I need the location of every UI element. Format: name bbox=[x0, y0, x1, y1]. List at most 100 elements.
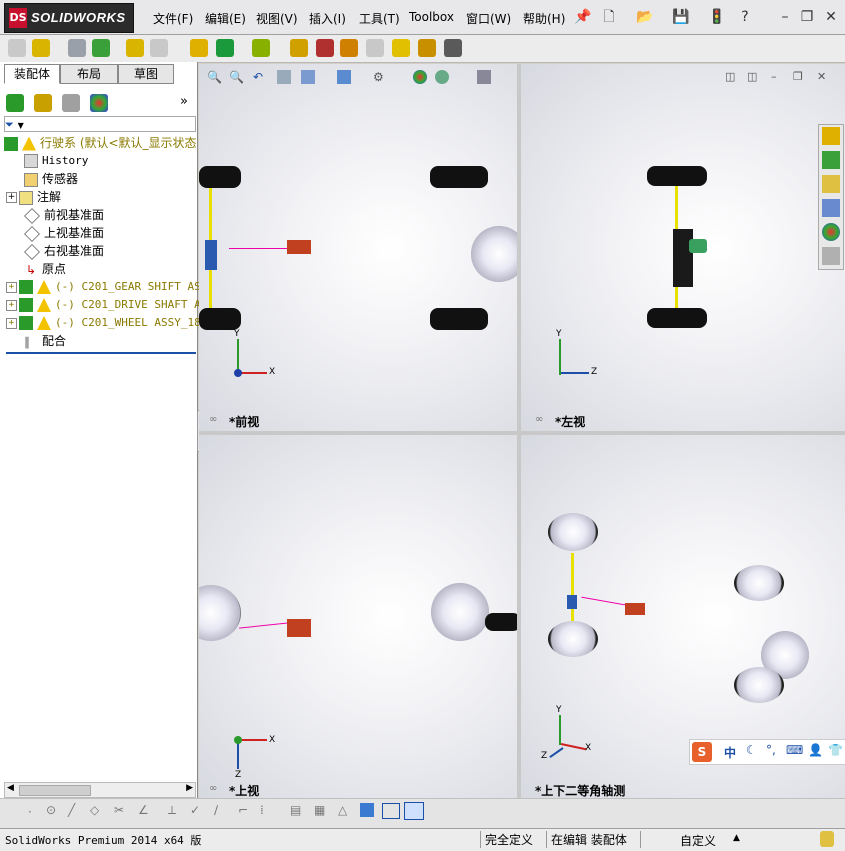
tree-item-sensors[interactable]: 传感器 bbox=[24, 170, 78, 188]
expand-plus-icon[interactable]: + bbox=[6, 317, 17, 329]
new-motion-study-icon[interactable] bbox=[290, 39, 308, 57]
tree-item-front-plane[interactable]: 前视基准面 bbox=[24, 206, 104, 224]
view-palette-icon[interactable] bbox=[822, 199, 840, 217]
viewport-isometric[interactable]: Y X Z *上下二等角轴测 S 中 ☾ °, ⌨ 👤 👕 bbox=[521, 435, 845, 798]
tab-sketch[interactable]: 草图 bbox=[118, 64, 174, 84]
scroll-thumb[interactable] bbox=[19, 785, 91, 796]
smart-fasteners-icon[interactable] bbox=[126, 39, 144, 57]
file-explorer-icon[interactable] bbox=[822, 175, 840, 193]
ruler-icon[interactable]: ▤ bbox=[290, 803, 301, 817]
single-viewport-icon[interactable] bbox=[382, 803, 400, 819]
property-manager-tab-icon[interactable] bbox=[34, 94, 52, 112]
appearances-icon[interactable] bbox=[822, 223, 840, 241]
menu-file[interactable]: 文件(F) bbox=[153, 10, 193, 27]
design-library-icon[interactable] bbox=[822, 151, 840, 169]
tag-icon[interactable] bbox=[820, 831, 834, 847]
tree-item-component-3[interactable]: + (-) C201_WHEEL ASSY_18/ bbox=[6, 314, 207, 332]
tree-item-origin[interactable]: ↳ 原点 bbox=[24, 260, 66, 278]
exploded-view-icon[interactable] bbox=[340, 39, 358, 57]
rollback-bar[interactable] bbox=[6, 352, 196, 354]
rebuild-traffic-light-icon[interactable]: 🚦 bbox=[708, 8, 726, 26]
status-units[interactable]: 自定义 bbox=[680, 832, 716, 849]
view-orientation-icon[interactable] bbox=[337, 70, 351, 84]
moon-icon[interactable]: ☾ bbox=[746, 743, 757, 757]
expand-plus-icon[interactable]: + bbox=[6, 299, 17, 311]
linear-pattern-icon[interactable] bbox=[92, 39, 110, 57]
viewport-top[interactable]: Z X ∞ *上视 bbox=[199, 435, 517, 798]
explode-line-icon[interactable] bbox=[366, 39, 384, 57]
trim-icon[interactable]: ✂ bbox=[114, 803, 124, 817]
view-cube-icon[interactable] bbox=[360, 803, 374, 817]
user-icon[interactable]: 👤 bbox=[808, 743, 823, 757]
tree-root-assembly[interactable]: 行驶系 (默认<默认_显示状态 bbox=[4, 134, 197, 152]
pin-icon[interactable]: 📌 bbox=[574, 8, 592, 26]
viewport-minimize-icon[interactable]: – bbox=[771, 70, 777, 83]
filter-box[interactable]: ⏷ ▼ bbox=[4, 116, 196, 132]
previous-view-icon[interactable]: ↶ bbox=[253, 70, 263, 84]
help-icon[interactable]: ? bbox=[736, 8, 754, 26]
bill-of-materials-icon[interactable] bbox=[316, 39, 334, 57]
insert-component-icon[interactable] bbox=[8, 39, 26, 57]
menu-help[interactable]: 帮助(H) bbox=[523, 10, 565, 27]
minimize-icon[interactable]: – bbox=[776, 8, 794, 26]
polygon-icon[interactable]: ◇ bbox=[90, 803, 99, 817]
centerline-icon[interactable]: ∠ bbox=[138, 803, 149, 817]
dimension-icon[interactable]: ⟂ bbox=[168, 803, 176, 818]
scroll-left-icon[interactable]: ◀ bbox=[7, 783, 14, 793]
tree-item-component-2[interactable]: + (-) C201_DRIVE SHAFT AS bbox=[6, 296, 207, 314]
menu-edit[interactable]: 编辑(E) bbox=[205, 10, 246, 27]
dynamic-annotation-icon[interactable] bbox=[301, 70, 315, 84]
assembly-features-icon[interactable] bbox=[216, 39, 234, 57]
zoom-to-area-icon[interactable]: 🔍 bbox=[229, 70, 244, 84]
menu-insert[interactable]: 插入(I) bbox=[309, 10, 346, 27]
scene-icon[interactable] bbox=[435, 70, 449, 84]
tab-assembly[interactable]: 装配体 bbox=[4, 64, 60, 84]
angle-icon[interactable]: △ bbox=[338, 803, 347, 817]
interference-icon[interactable] bbox=[392, 39, 410, 57]
grid-icon[interactable]: ▦ bbox=[314, 803, 325, 817]
menu-window[interactable]: 窗口(W) bbox=[466, 10, 511, 27]
offset-icon[interactable]: ∕ bbox=[214, 803, 218, 817]
expand-plus-icon[interactable]: + bbox=[6, 281, 17, 293]
custom-properties-icon[interactable] bbox=[822, 247, 840, 265]
menu-tools[interactable]: 工具(T) bbox=[359, 10, 400, 27]
section-view-icon[interactable] bbox=[277, 70, 291, 84]
menu-view[interactable]: 视图(V) bbox=[256, 10, 298, 27]
solidworks-logo[interactable]: DS SOLIDWORKS bbox=[4, 3, 134, 33]
close-icon[interactable]: ✕ bbox=[822, 8, 840, 26]
viewport-single-icon[interactable]: ◫ bbox=[725, 70, 735, 83]
keyboard-icon[interactable]: ⌨ bbox=[786, 743, 803, 757]
panel-horizontal-scrollbar[interactable]: ◀ ▶ bbox=[4, 782, 196, 798]
tree-item-mates[interactable]: ∥ 配合 bbox=[24, 332, 66, 350]
tree-item-history[interactable]: History bbox=[24, 152, 88, 170]
display-style-icon[interactable]: ⚙ bbox=[373, 70, 384, 84]
fillet-icon[interactable]: ⌐ bbox=[238, 803, 248, 817]
show-hidden-icon[interactable] bbox=[190, 39, 208, 57]
reference-geometry-icon[interactable] bbox=[252, 39, 270, 57]
tree-item-annotations[interactable]: + 注解 bbox=[6, 188, 61, 206]
point-icon[interactable]: · bbox=[28, 805, 32, 819]
restore-icon[interactable]: ❐ bbox=[798, 8, 816, 26]
appearance-icon[interactable] bbox=[413, 70, 427, 84]
punctuation-icon[interactable]: °, bbox=[766, 743, 776, 757]
feature-manager-tab-icon[interactable] bbox=[6, 94, 24, 112]
zoom-to-fit-icon[interactable]: 🔍 bbox=[207, 70, 222, 84]
new-document-icon[interactable]: 🗋 bbox=[600, 8, 618, 26]
instant3d-icon[interactable] bbox=[444, 39, 462, 57]
tree-item-component-1[interactable]: + (-) C201_GEAR SHIFT ASS bbox=[6, 278, 207, 296]
view-settings-icon[interactable] bbox=[477, 70, 491, 84]
open-folder-icon[interactable]: 📂 bbox=[636, 8, 654, 26]
ime-mode-label[interactable]: 中 bbox=[724, 744, 736, 761]
move-component-icon[interactable] bbox=[150, 39, 168, 57]
clearance-icon[interactable] bbox=[418, 39, 436, 57]
units-dropdown-arrow[interactable]: ▲ bbox=[733, 833, 740, 843]
mate-icon[interactable] bbox=[32, 39, 50, 57]
ime-toolbar[interactable]: S 中 ☾ °, ⌨ 👤 👕 bbox=[689, 739, 845, 765]
paperclip-icon[interactable] bbox=[68, 39, 86, 57]
viewport-close-icon[interactable]: ✕ bbox=[817, 70, 826, 83]
expand-panel-icon[interactable]: » bbox=[180, 94, 188, 109]
viewport-front[interactable]: 🔍 🔍 ↶ ⚙ Y X ∞ *前视 bbox=[199, 64, 517, 431]
viewport-restore-icon[interactable]: ❐ bbox=[793, 70, 803, 83]
extend-icon[interactable]: ⁞ bbox=[260, 803, 264, 817]
viewport-split-icon[interactable]: ◫ bbox=[747, 70, 757, 83]
